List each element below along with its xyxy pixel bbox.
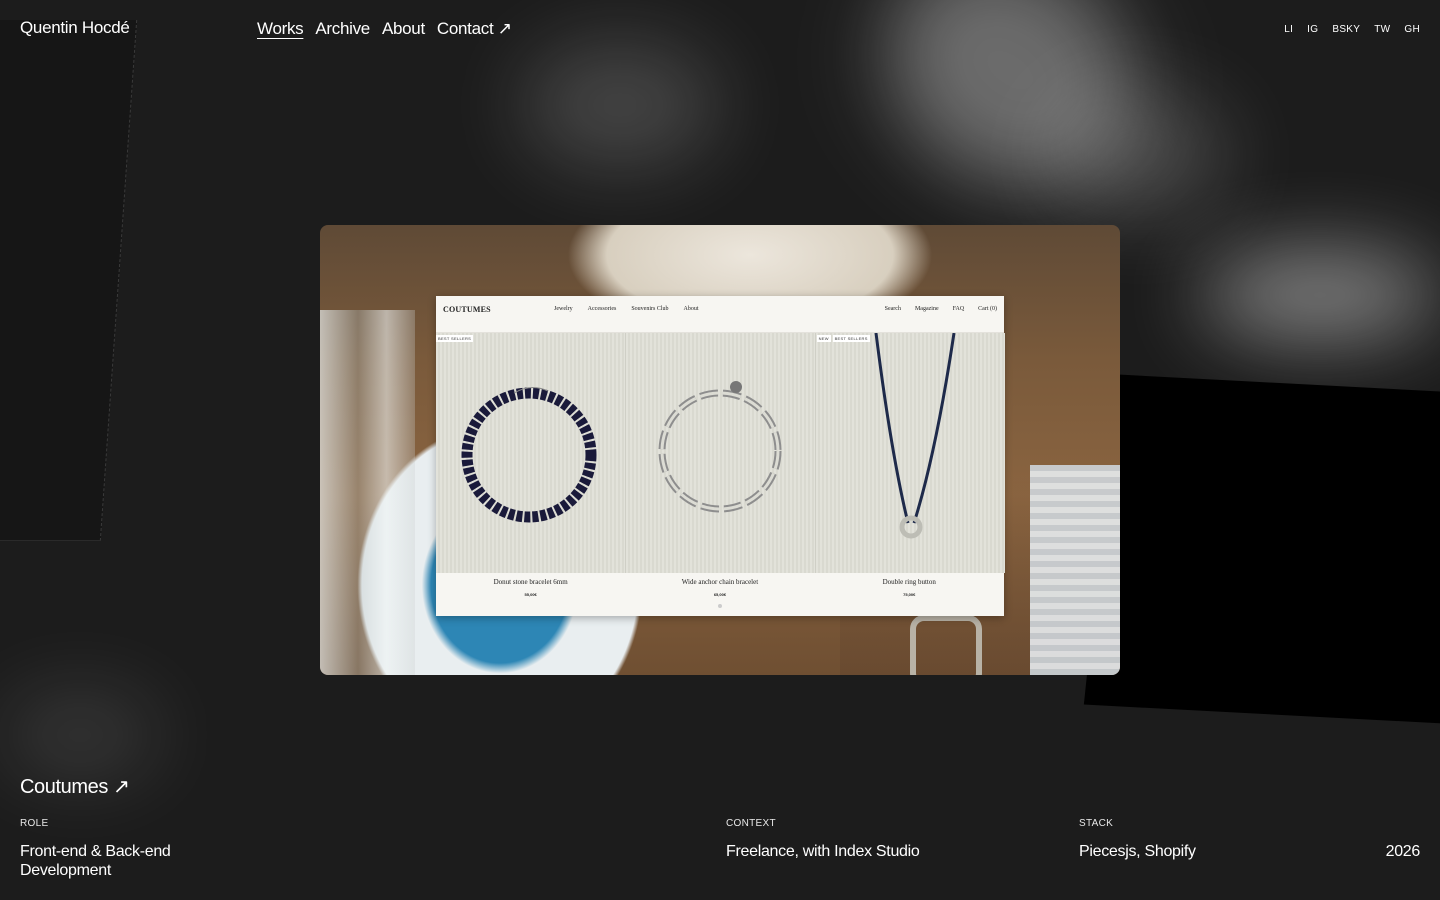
context-label: CONTEXT (726, 818, 776, 829)
nav-about[interactable]: About (382, 19, 425, 39)
social-links: LI IG BSKY TW GH (1284, 24, 1420, 35)
product-badge: NEW (816, 335, 831, 342)
bead-bracelet-icon (461, 387, 597, 523)
preview-link: Search (884, 306, 901, 312)
preview-link: Cart (0) (978, 306, 997, 312)
project-title-link[interactable]: Coutumes ↗ (20, 774, 130, 799)
nav-archive[interactable]: Archive (315, 19, 370, 39)
preview-link: FAQ (952, 306, 965, 312)
product-name: Double ring button (882, 578, 936, 586)
preview-link: Souvenirs Club (631, 306, 669, 312)
product-photo (625, 333, 816, 573)
preview-link: About (683, 306, 699, 312)
project-year: 2026 (1385, 843, 1421, 860)
chain-bracelet-icon (658, 381, 782, 513)
product-price: 65,00€ (713, 592, 727, 597)
role-value-line: Development (20, 862, 111, 879)
site-logo[interactable]: Quentin Hocdé (20, 18, 130, 38)
product-card: NEW BEST SELLERS Double ring button 75,0… (814, 332, 1005, 609)
preview-nav: COUTUMES Jewelry Accessories Souvenirs C… (436, 296, 1004, 333)
product-card: Wide anchor chain bracelet 65,00€ (625, 333, 816, 609)
necklace-icon (874, 332, 956, 539)
role-label: ROLE (20, 818, 49, 829)
preview-logo: COUTUMES (443, 305, 491, 314)
product-card: BEST SELLERS Donut stone bracelet 6mm 55… (436, 333, 626, 609)
preview-product-grid: BEST SELLERS Donut stone bracelet 6mm 55… (436, 332, 1005, 609)
chain-photo-element (910, 615, 982, 675)
background-light (1050, 90, 1230, 220)
product-price: 75,00€ (903, 592, 916, 597)
carousel-dot (718, 604, 722, 608)
stack-label: STACK (1079, 818, 1114, 829)
main-nav: Works Archive About Contact ↗ (257, 19, 512, 39)
social-instagram[interactable]: IG (1307, 24, 1318, 35)
context-value: Freelance, with Index Studio (726, 843, 920, 860)
preview-link: Magazine (914, 306, 939, 312)
product-price: 55,00€ (524, 592, 537, 597)
background-light (1200, 250, 1440, 340)
product-badge: BEST SELLERS (436, 335, 474, 342)
site-header: Quentin Hocdé Works Archive About Contac… (0, 0, 1440, 60)
preview-links: Jewelry Accessories Souvenirs Club About (554, 306, 699, 312)
preview-links-right: Search Magazine FAQ Cart (0) (885, 306, 997, 312)
role-value-line: Front-end & Back-end (20, 843, 171, 860)
stack-value: Piecesjs, Shopify (1079, 843, 1196, 860)
preview-website: COUTUMES Jewelry Accessories Souvenirs C… (436, 296, 1005, 616)
social-linkedin[interactable]: LI (1284, 24, 1293, 35)
project-preview[interactable]: COUTUMES Jewelry Accessories Souvenirs C… (320, 225, 1120, 675)
product-badge: BEST SELLERS (832, 335, 870, 342)
sleeve-photo-element (1030, 465, 1120, 675)
background-light (0, 690, 160, 780)
nav-works[interactable]: Works (257, 19, 304, 39)
role-value: Front-end & Back-end Development (20, 842, 171, 880)
product-name: Wide anchor chain bracelet (681, 578, 759, 586)
background-panel (1083, 374, 1440, 726)
social-bluesky[interactable]: BSKY (1332, 24, 1360, 35)
product-name: Donut stone bracelet 6mm (493, 578, 568, 586)
social-github[interactable]: GH (1404, 24, 1420, 35)
preview-link: Accessories (587, 306, 617, 312)
product-photo (814, 332, 1005, 573)
nav-contact[interactable]: Contact ↗ (437, 19, 512, 39)
product-photo (436, 333, 626, 573)
glass-photo-element (320, 310, 415, 675)
social-twitter[interactable]: TW (1374, 24, 1390, 35)
background-panel (0, 20, 138, 541)
preview-link: Jewelry (554, 306, 573, 312)
